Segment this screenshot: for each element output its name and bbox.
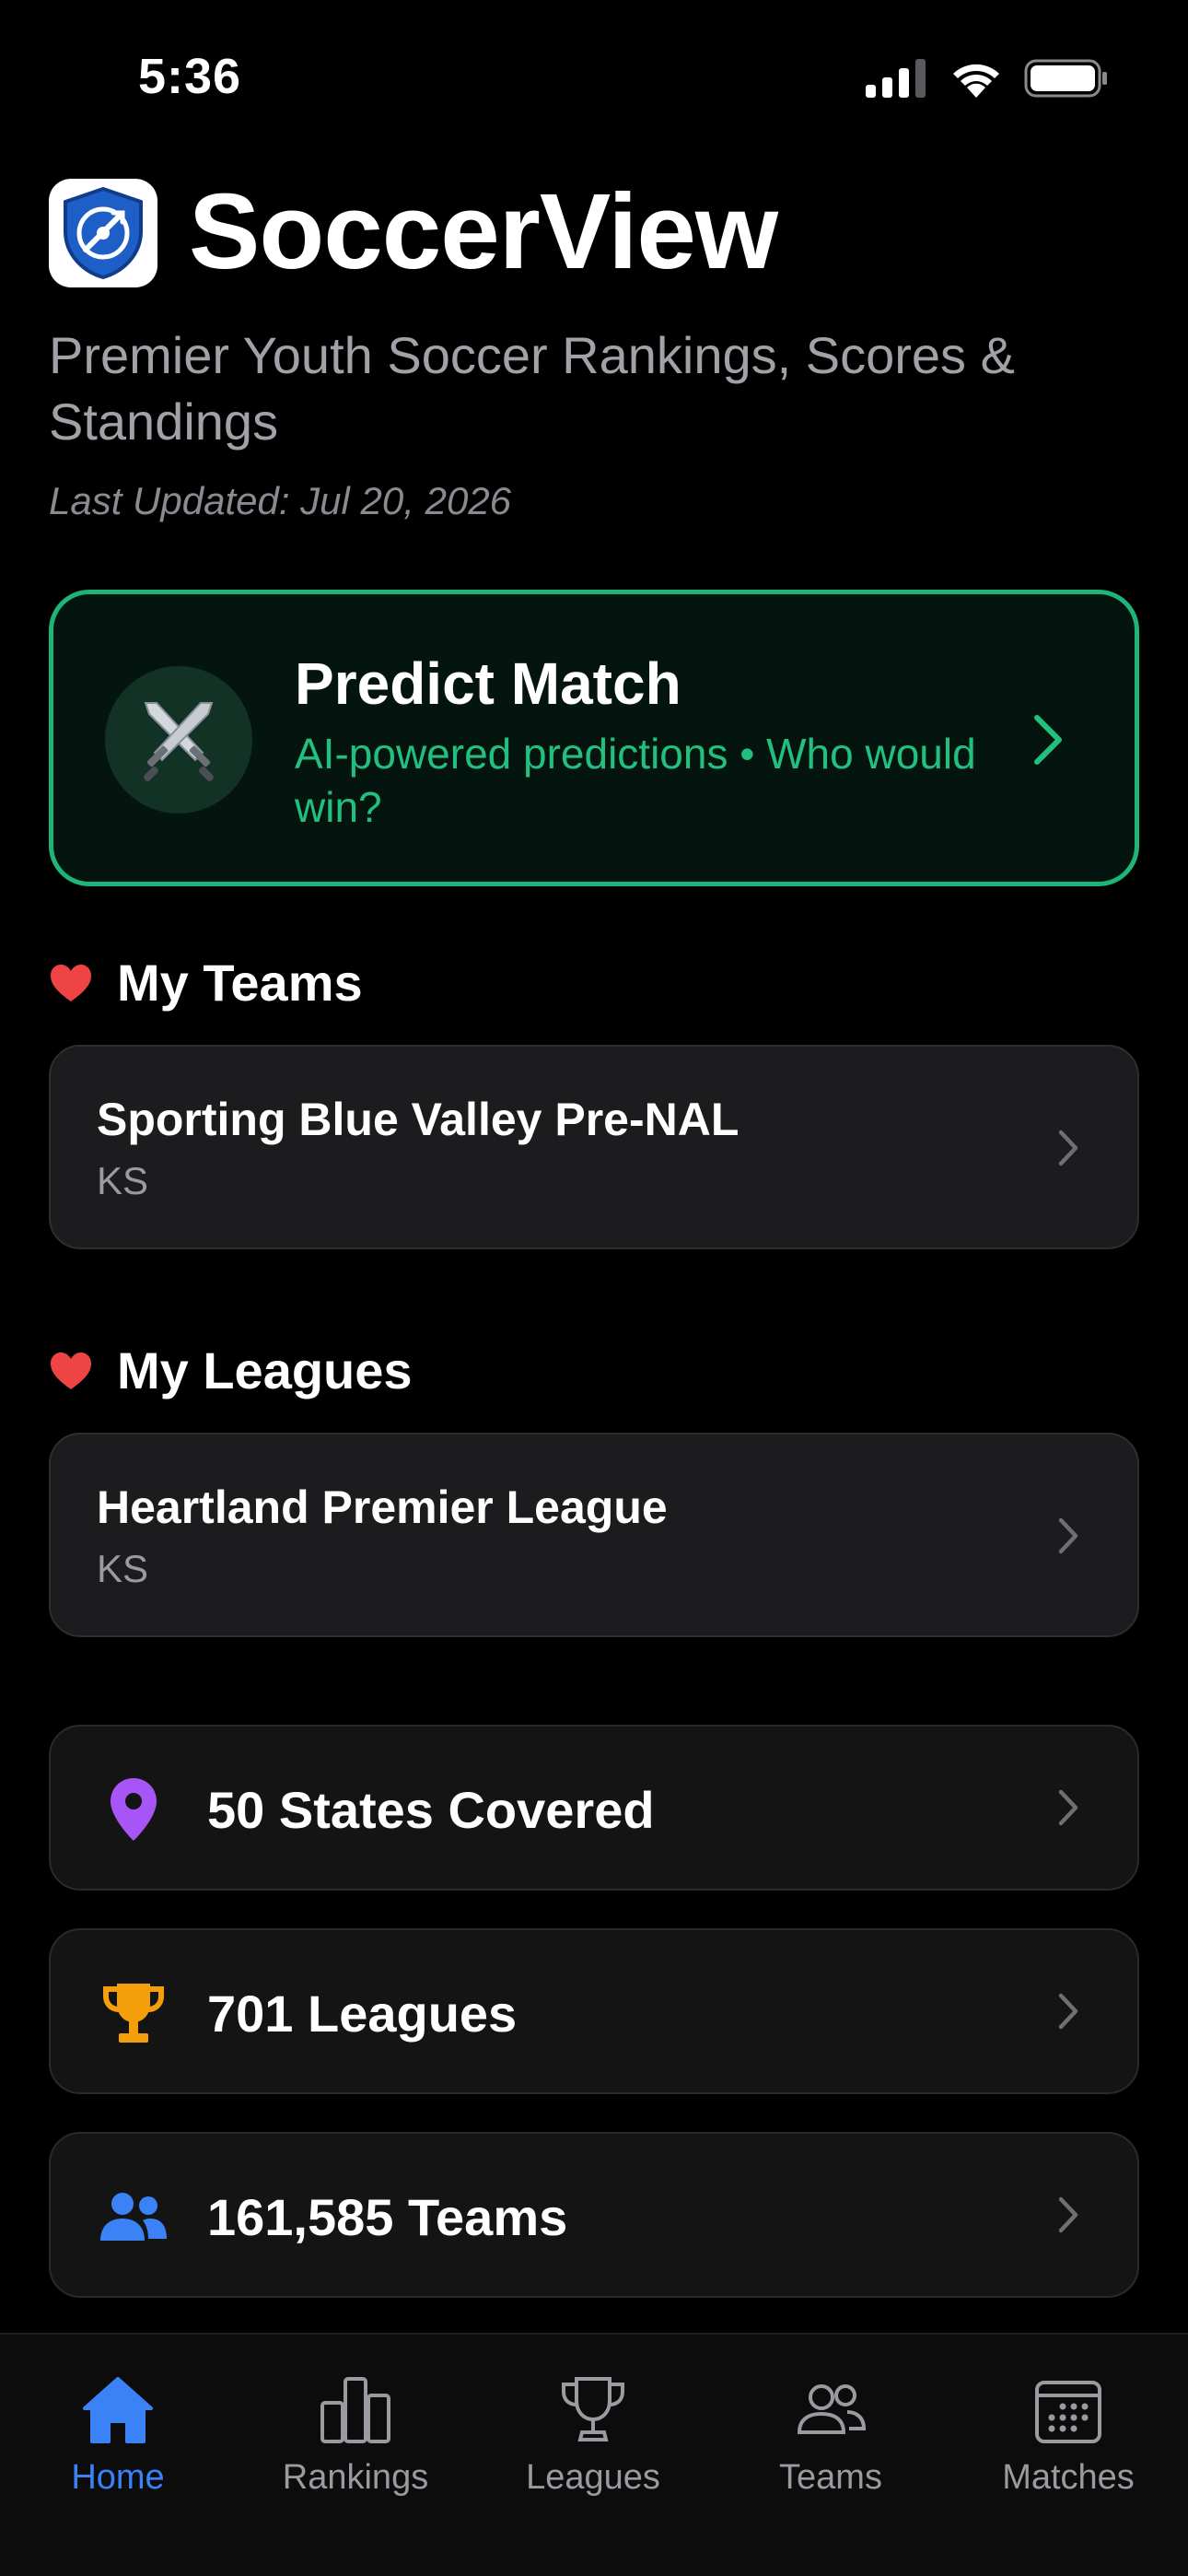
home-icon [83, 2377, 153, 2443]
tab-leagues[interactable]: Leagues [492, 2375, 694, 2498]
league-state: KS [97, 1547, 149, 1590]
predict-match-card[interactable]: Predict Match AI-powered predictions • W… [49, 590, 1139, 886]
my-leagues-header: My Leagues [49, 1341, 413, 1400]
league-name: Heartland Premier League [97, 1481, 668, 1533]
league-card[interactable]: Heartland Premier League KS [49, 1433, 1139, 1637]
tab-matches[interactable]: Matches [967, 2375, 1170, 2498]
team-state: KS [97, 1159, 149, 1202]
stat-label: 50 States Covered [207, 1781, 655, 1839]
app-logo [49, 179, 157, 287]
people-outline-icon [797, 2384, 867, 2434]
heart-icon [51, 1352, 91, 1389]
predict-subtitle: AI-powered predictions • Who would win? [295, 730, 976, 831]
tab-label: Rankings [282, 2458, 429, 2497]
tab-bar: Home Rankings Leagues Teams Matches [0, 2333, 1188, 2576]
leagues-count-card[interactable]: 701 Leagues [49, 1928, 1139, 2094]
states-covered-card[interactable]: 50 States Covered [49, 1725, 1139, 1891]
trophy-outline-icon [562, 2377, 624, 2441]
wifi-icon [953, 64, 999, 98]
signal-icon [866, 59, 926, 98]
chevron-right-icon [1058, 1993, 1078, 2030]
teams-count-card[interactable]: 161,585 Teams [49, 2132, 1139, 2298]
my-teams-header: My Teams [49, 953, 363, 1013]
chevron-right-icon [1058, 2196, 1078, 2233]
calendar-icon [1035, 2381, 1101, 2443]
chevron-right-icon [1034, 715, 1062, 765]
app-subtitle: Premier Youth Soccer Rankings, Scores & … [49, 326, 1015, 451]
status-bar: 5:36 [0, 0, 1188, 157]
tab-label: Teams [779, 2458, 882, 2497]
crossed-swords-icon [105, 666, 252, 814]
heart-icon [51, 964, 91, 1001]
tab-rankings[interactable]: Rankings [254, 2375, 457, 2498]
map-pin-icon [97, 1776, 170, 1843]
last-updated: Last Updated: Jul 20, 2026 [49, 479, 512, 522]
bar-chart-icon [320, 2377, 390, 2443]
tab-label: Leagues [526, 2458, 660, 2497]
stat-label: 161,585 Teams [207, 2188, 568, 2246]
section-title: My Teams [117, 954, 363, 1012]
team-name: Sporting Blue Valley Pre-NAL [97, 1094, 740, 1145]
tab-label: Matches [1002, 2458, 1135, 2497]
people-icon [97, 2184, 170, 2250]
tab-home[interactable]: Home [17, 2375, 219, 2498]
section-title: My Leagues [117, 1341, 413, 1399]
chevron-right-icon [1058, 1130, 1078, 1166]
app-title: SoccerView [189, 171, 778, 291]
stat-label: 701 Leagues [207, 1985, 518, 2043]
battery-icon [1024, 59, 1107, 98]
predict-title: Predict Match [295, 650, 681, 717]
chevron-right-icon [1058, 1517, 1078, 1554]
status-time: 5:36 [138, 49, 242, 104]
trophy-icon [97, 1980, 170, 2046]
shield-logo-icon [64, 186, 143, 280]
tab-teams[interactable]: Teams [729, 2375, 932, 2498]
tab-label: Home [71, 2458, 165, 2497]
team-card[interactable]: Sporting Blue Valley Pre-NAL KS [49, 1045, 1139, 1249]
chevron-right-icon [1058, 1789, 1078, 1826]
